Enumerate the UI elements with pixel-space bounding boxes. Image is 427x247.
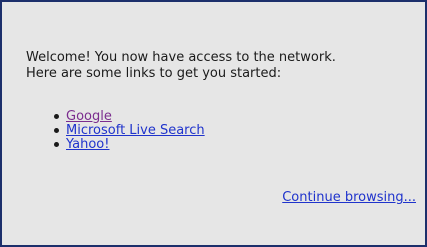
welcome-panel: Welcome! You now have access to the netw… (0, 0, 427, 247)
bullet-icon (54, 114, 59, 119)
continue-browsing-link[interactable]: Continue browsing... (282, 190, 416, 205)
links-list: Google Microsoft Live Search Yahoo! (54, 110, 205, 152)
instructions-line: Here are some links to get you started: (26, 66, 282, 81)
yahoo-link[interactable]: Yahoo! (66, 137, 109, 152)
list-item: Microsoft Live Search (54, 124, 205, 138)
list-item: Yahoo! (54, 138, 205, 152)
bullet-icon (54, 128, 59, 133)
list-item: Google (54, 110, 205, 124)
microsoft-live-search-link[interactable]: Microsoft Live Search (66, 123, 205, 138)
google-link[interactable]: Google (66, 109, 112, 124)
bullet-icon (54, 142, 59, 147)
welcome-line: Welcome! You now have access to the netw… (26, 50, 336, 65)
welcome-message: Welcome! You now have access to the netw… (26, 50, 336, 82)
